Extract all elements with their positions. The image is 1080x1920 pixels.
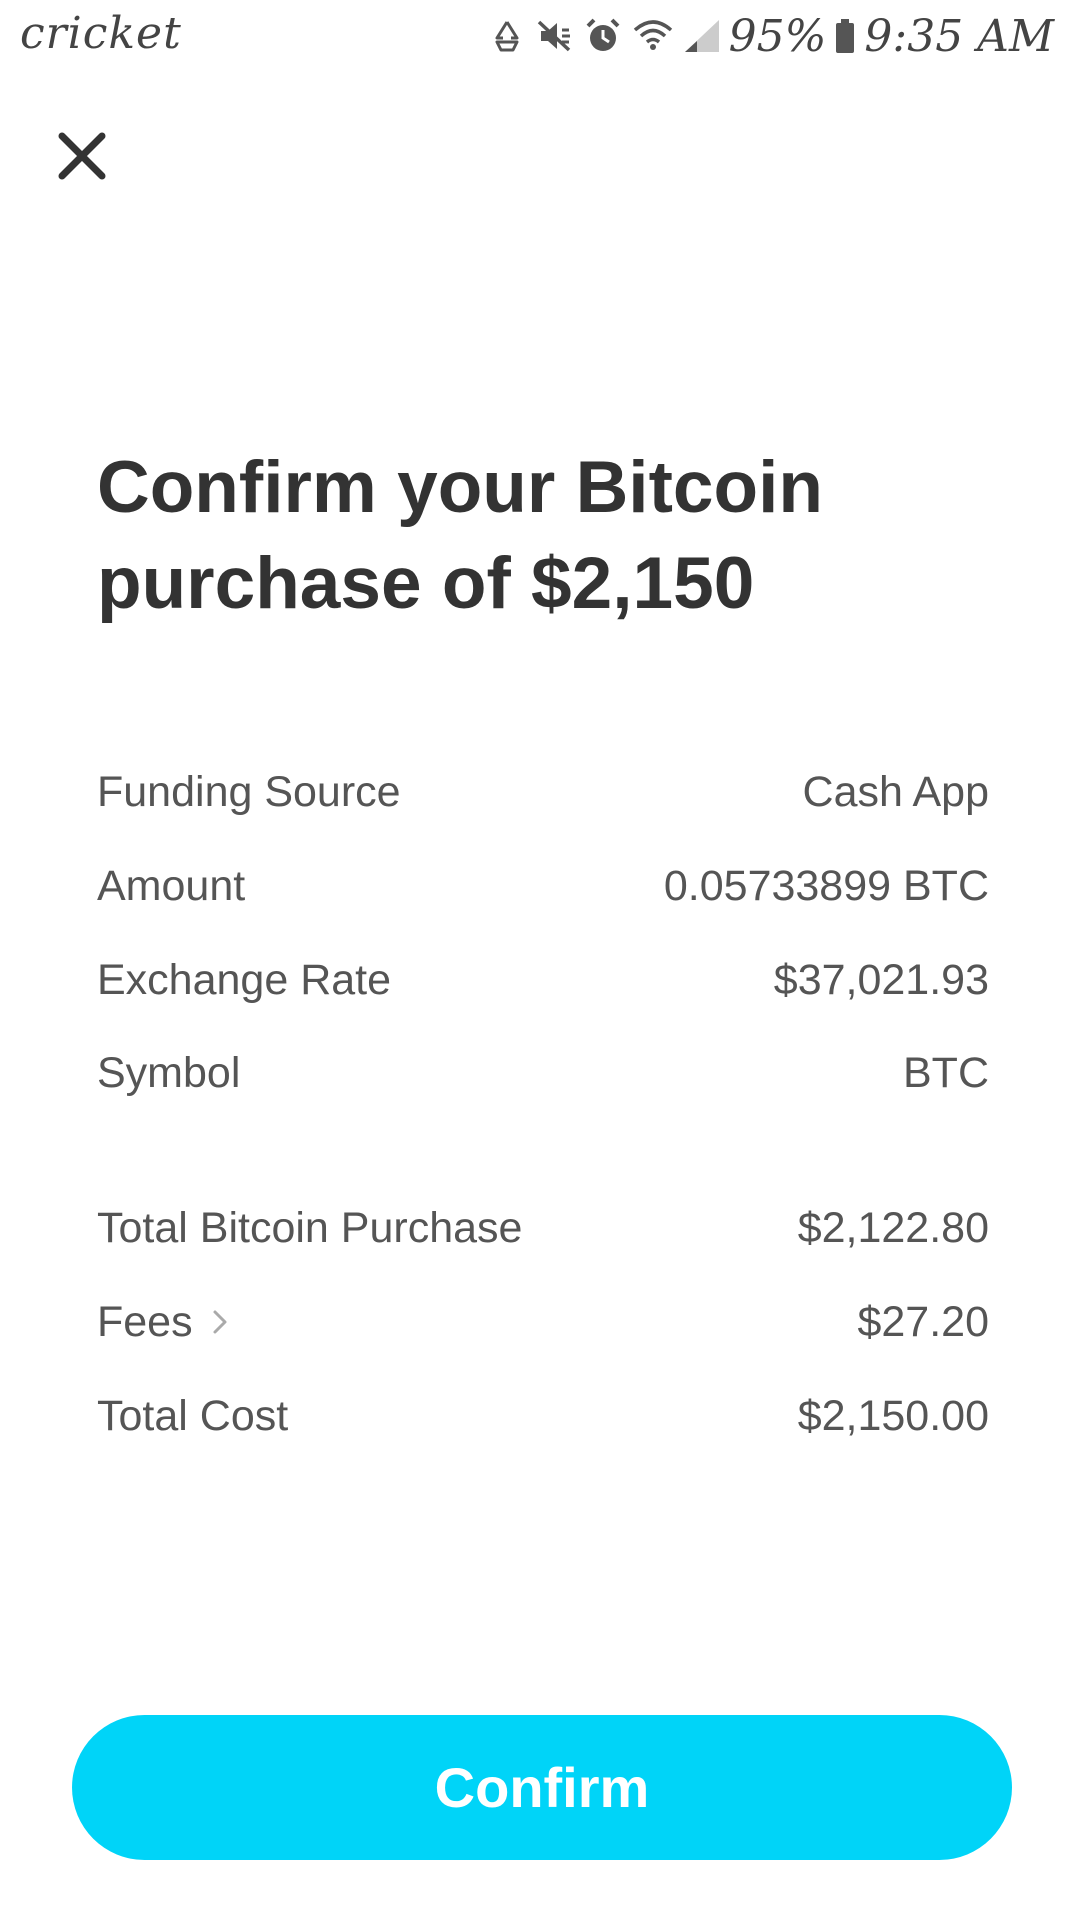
total-row-bitcoin-purchase: Total Bitcoin Purchase $2,122.80 [97, 1198, 989, 1258]
detail-value: Cash App [802, 767, 989, 816]
total-row-total-cost: Total Cost $2,150.00 [97, 1386, 989, 1446]
total-label: Fees [97, 1297, 193, 1346]
alarm-icon [583, 16, 623, 56]
total-label: Total Bitcoin Purchase [97, 1203, 523, 1252]
total-value: $2,150.00 [797, 1391, 989, 1440]
battery-percent: 95% [728, 10, 827, 62]
status-bar: cricket 95% 9:35 AM [0, 0, 1080, 72]
status-icons: 95% 9:35 AM [487, 8, 1054, 64]
detail-value: $37,021.93 [773, 955, 989, 1004]
close-button[interactable] [56, 130, 108, 182]
chevron-right-icon [213, 1310, 227, 1334]
confirm-button[interactable]: Confirm [72, 1715, 1012, 1860]
wifi-icon [631, 16, 675, 56]
title-line-2: purchase of $2,150 [97, 543, 755, 624]
signal-icon [683, 16, 721, 56]
detail-row-amount: Amount 0.05733899 BTC [97, 856, 989, 916]
detail-value: BTC [903, 1048, 989, 1097]
carrier-name: cricket [20, 8, 182, 59]
detail-row-symbol: Symbol BTC [97, 1043, 989, 1103]
close-icon [58, 132, 106, 180]
title-line-1: Confirm your Bitcoin [97, 447, 823, 528]
total-value: $27.20 [857, 1297, 989, 1346]
detail-label: Amount [97, 861, 246, 910]
page-title: Confirm your Bitcoin purchase of $2,150 [97, 440, 997, 632]
recycle-icon [487, 16, 527, 56]
detail-row-exchange-rate: Exchange Rate $37,021.93 [97, 950, 989, 1010]
total-row-fees[interactable]: Fees $27.20 [97, 1292, 989, 1352]
total-value: $2,122.80 [797, 1203, 989, 1252]
detail-label: Funding Source [97, 767, 401, 816]
battery-icon [834, 16, 856, 56]
clock-time: 9:35 AM [864, 10, 1054, 62]
total-label: Total Cost [97, 1391, 289, 1440]
fees-link[interactable]: Fees [97, 1298, 229, 1347]
mute-icon [535, 16, 575, 56]
detail-label: Symbol [97, 1048, 241, 1097]
detail-row-funding-source: Funding Source Cash App [97, 762, 989, 822]
detail-label: Exchange Rate [97, 955, 392, 1004]
detail-value: 0.05733899 BTC [663, 861, 989, 910]
